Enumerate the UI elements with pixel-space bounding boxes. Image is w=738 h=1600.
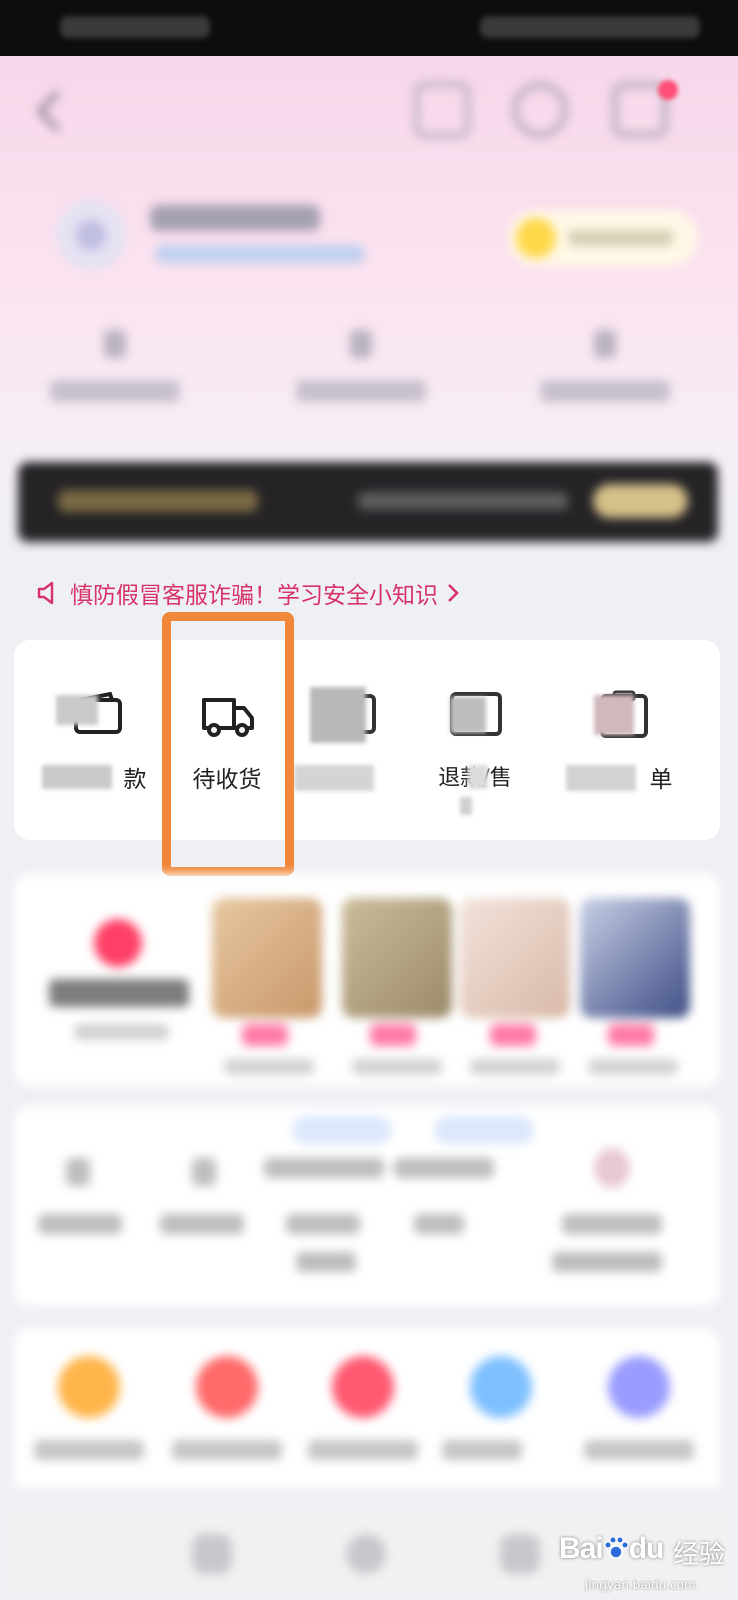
vip-banner-text bbox=[358, 492, 568, 510]
icon-mosaic bbox=[450, 697, 486, 733]
chevron-right-icon bbox=[448, 584, 459, 602]
security-notice[interactable]: 慎防假冒客服诈骗！学习安全小知识 bbox=[36, 575, 468, 611]
services-card bbox=[14, 1328, 720, 1488]
nav-cart-icon[interactable] bbox=[500, 1534, 540, 1574]
baidu-jingyan-watermark: Bai du 经验 jingyan.baidu.com bbox=[545, 1520, 735, 1600]
nav-home-icon[interactable] bbox=[192, 1534, 232, 1574]
product-label bbox=[470, 1059, 560, 1075]
tool-icon[interactable] bbox=[594, 1148, 630, 1188]
notification-badge bbox=[658, 80, 678, 100]
stat-label bbox=[50, 380, 180, 402]
product-label bbox=[352, 1059, 442, 1075]
product-price bbox=[490, 1024, 536, 1046]
service-icon[interactable] bbox=[332, 1356, 394, 1418]
tool-label bbox=[286, 1214, 360, 1234]
label-mosaic bbox=[460, 797, 472, 815]
product-price bbox=[242, 1024, 288, 1046]
tool-tag bbox=[434, 1116, 534, 1144]
promo-subtitle bbox=[74, 1024, 169, 1040]
membership-pill[interactable] bbox=[508, 210, 698, 266]
tools-card bbox=[14, 1106, 720, 1306]
service-icon[interactable] bbox=[470, 1356, 532, 1418]
nav-discover-icon[interactable] bbox=[346, 1534, 386, 1574]
speaker-icon bbox=[37, 581, 54, 605]
tool-label bbox=[552, 1252, 662, 1272]
status-bar bbox=[0, 0, 738, 56]
watermark-url: jingyan.baidu.com bbox=[585, 1578, 696, 1592]
stat-label bbox=[296, 380, 426, 402]
product-label bbox=[224, 1059, 314, 1075]
product-price bbox=[370, 1024, 416, 1046]
order-pending-payment[interactable]: 款 bbox=[32, 665, 162, 825]
stat-value bbox=[594, 330, 616, 358]
scan-icon[interactable] bbox=[414, 82, 470, 138]
tool-label bbox=[414, 1214, 464, 1234]
service-label bbox=[172, 1440, 282, 1460]
product-image[interactable] bbox=[342, 898, 452, 1018]
service-label bbox=[34, 1440, 144, 1460]
settings-icon[interactable] bbox=[512, 82, 568, 138]
stat-label bbox=[540, 380, 670, 402]
stat-follows[interactable] bbox=[296, 330, 426, 410]
watermark-jingyan: 经验 bbox=[673, 1540, 726, 1570]
user-name bbox=[150, 205, 320, 231]
tool-label bbox=[264, 1158, 384, 1178]
vip-banner-button[interactable] bbox=[593, 484, 688, 518]
membership-text bbox=[568, 230, 673, 246]
service-label bbox=[308, 1440, 418, 1460]
security-notice-text: 慎防假冒客服诈骗！学习安全小知识 bbox=[70, 583, 438, 609]
product-image[interactable] bbox=[580, 898, 690, 1018]
vip-banner-title bbox=[58, 490, 258, 512]
back-icon[interactable] bbox=[30, 88, 70, 134]
order-refund[interactable]: 退款/售 bbox=[410, 665, 540, 825]
status-left-info bbox=[60, 16, 210, 38]
tool-label bbox=[562, 1214, 662, 1234]
tool-tag bbox=[292, 1116, 392, 1144]
paw-icon bbox=[604, 1536, 629, 1559]
product-price bbox=[608, 1024, 654, 1046]
icon-mosaic bbox=[310, 687, 366, 743]
highlight-box bbox=[162, 612, 294, 876]
service-icon[interactable] bbox=[196, 1356, 258, 1418]
vip-banner[interactable] bbox=[18, 462, 718, 542]
stat-history[interactable] bbox=[540, 330, 670, 410]
my-orders-card: 款 待收货 退款/售 单 bbox=[14, 640, 720, 840]
service-icon[interactable] bbox=[608, 1356, 670, 1418]
service-label bbox=[584, 1440, 694, 1460]
recommendations-card[interactable] bbox=[14, 874, 720, 1086]
user-subtitle[interactable] bbox=[155, 245, 365, 263]
coin-icon bbox=[516, 218, 556, 258]
icon-mosaic bbox=[594, 695, 634, 735]
label-mosaic bbox=[294, 765, 374, 791]
service-icon[interactable] bbox=[58, 1356, 120, 1418]
stat-favorites[interactable] bbox=[50, 330, 180, 410]
order-to-review[interactable] bbox=[284, 665, 414, 825]
stat-value bbox=[350, 330, 372, 358]
promo-icon bbox=[94, 919, 142, 967]
tool-label bbox=[394, 1158, 494, 1178]
stat-value bbox=[104, 330, 126, 358]
tool-icon[interactable] bbox=[192, 1158, 216, 1186]
order-label: 单 bbox=[649, 767, 673, 793]
tool-label bbox=[38, 1214, 122, 1234]
product-image[interactable] bbox=[212, 898, 322, 1018]
product-image[interactable] bbox=[460, 898, 570, 1018]
icon-mosaic bbox=[56, 695, 98, 725]
tool-label bbox=[160, 1214, 244, 1234]
tool-icon[interactable] bbox=[66, 1158, 90, 1186]
product-label bbox=[588, 1059, 678, 1075]
watermark-brand-a: Bai bbox=[559, 1532, 604, 1565]
order-all[interactable]: 单 bbox=[558, 665, 688, 825]
promo-title bbox=[49, 979, 189, 1007]
status-right-info bbox=[480, 16, 700, 38]
watermark-brand: Bai du bbox=[559, 1532, 665, 1566]
label-mosaic bbox=[468, 765, 488, 789]
service-label bbox=[442, 1440, 522, 1460]
avatar[interactable] bbox=[56, 200, 126, 270]
tool-label bbox=[296, 1252, 356, 1272]
watermark-brand-b: du bbox=[628, 1532, 665, 1565]
